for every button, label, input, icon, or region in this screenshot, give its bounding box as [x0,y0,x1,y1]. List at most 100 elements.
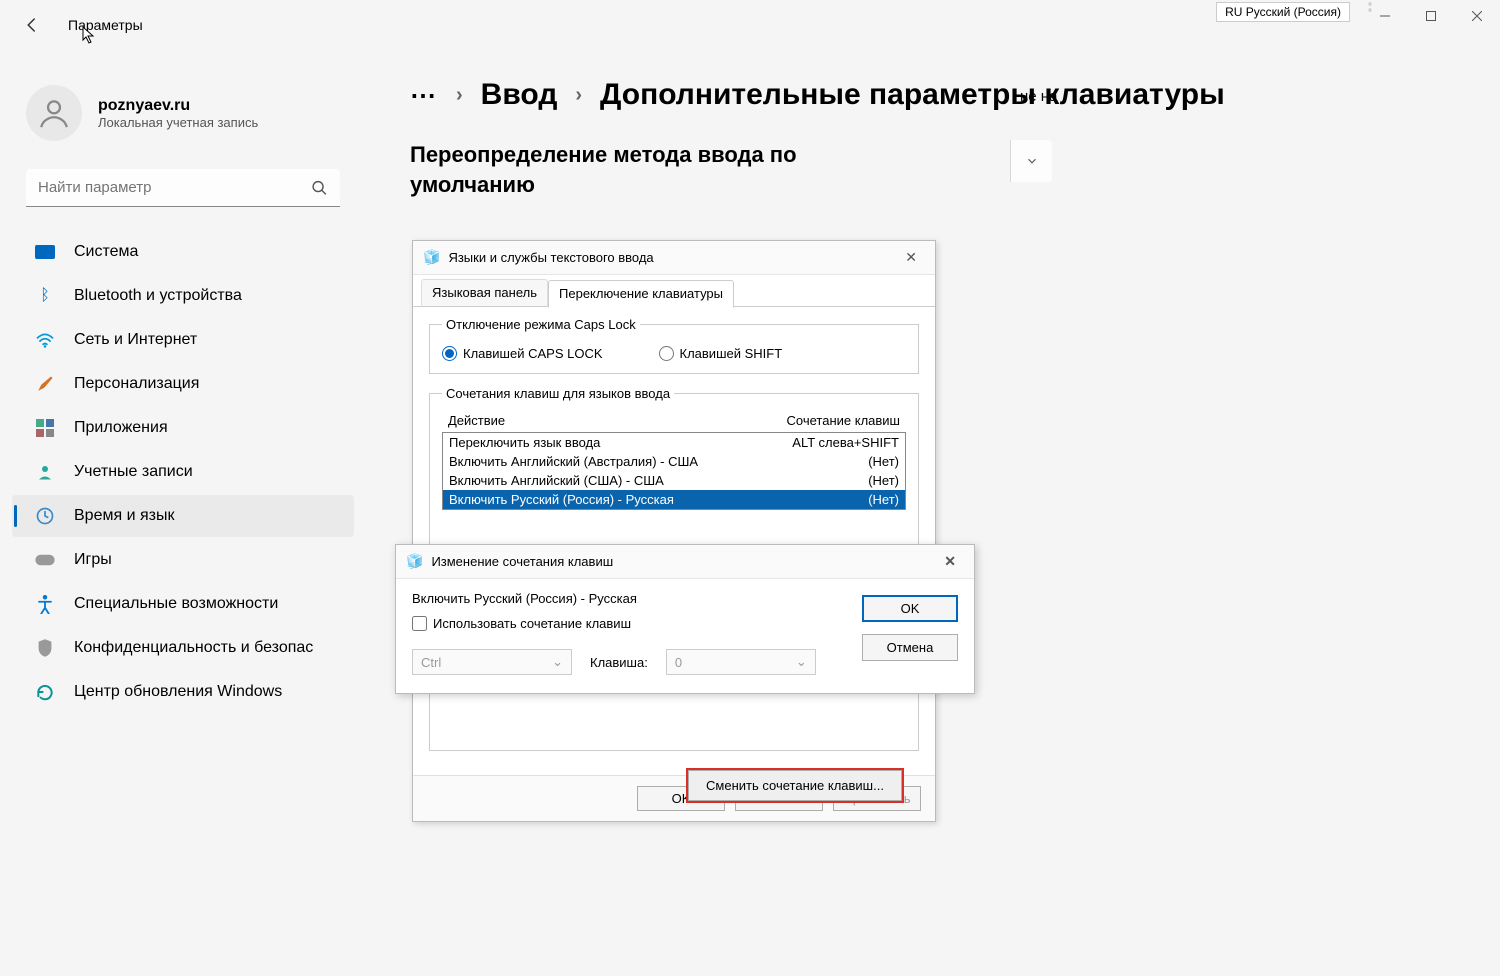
nav-apps[interactable]: Приложения [12,407,354,449]
nav-label: Система [74,243,138,261]
tab-keyboard-switch[interactable]: Переключение клавиатуры [548,280,734,308]
nav-label: Конфиденциальность и безопас [74,639,313,657]
accessibility-icon [34,593,56,615]
chevron-down-icon: ⌄ [796,654,807,670]
breadcrumb: ⋯ › Ввод › Дополнительные параметры клав… [410,78,1480,112]
arrow-left-icon [23,16,41,34]
shield-icon [34,637,56,659]
breadcrumb-current: Дополнительные параметры клавиатуры [600,78,1225,112]
app-title: Параметры [68,17,143,33]
change-sequence-button[interactable]: Сменить сочетание клавиш... [688,770,902,801]
hotkey-row-selected[interactable]: Включить Русский (Россия) - Русская(Нет) [443,490,905,509]
gamepad-icon [34,549,56,571]
titlebar: Параметры RU Русский (Россия) °° [0,0,1500,50]
nav-privacy[interactable]: Конфиденциальность и безопас [12,627,354,669]
nav-label: Учетные записи [74,463,193,481]
checkbox-label: Использовать сочетание клавиш [433,616,631,631]
col-action: Действие [448,413,505,428]
account-icon [34,461,56,483]
dialog2-close-button[interactable]: ✕ [936,551,964,572]
hotkeys-legend: Сочетания клавиш для языков ввода [442,386,674,401]
tab-language-bar[interactable]: Языковая панель [421,279,548,307]
maximize-button[interactable] [1408,0,1454,32]
nav-personalization[interactable]: Персонализация [12,363,354,405]
search-box [26,169,340,207]
dialog2-cancel-button[interactable]: Отмена [862,634,958,661]
dialog2-title: Изменение сочетания клавиш [431,554,613,569]
dialog2-titlebar[interactable]: 🧊 Изменение сочетания клавиш ✕ [396,545,974,579]
dialog1-title: Языки и службы текстового ввода [448,250,653,265]
nav-label: Игры [74,551,112,569]
col-combo: Сочетание клавиш [787,413,900,428]
dialog1-body: Отключение режима Caps Lock Клавишей CAP… [413,307,935,775]
language-indicator[interactable]: RU Русский (Россия) [1216,2,1350,22]
search-input[interactable] [26,169,340,207]
dialog1-tabs: Языковая панель Переключение клавиатуры [413,275,935,307]
nav-accessibility[interactable]: Специальные возможности [12,583,354,625]
key-combo[interactable]: 0⌄ [666,649,816,675]
back-button[interactable] [8,1,56,49]
keyboard-icon: 🧊 [406,553,423,570]
user-name: poznyaev.ru [98,97,258,115]
nav-network[interactable]: Сеть и Интернет [12,319,354,361]
nav-gaming[interactable]: Игры [12,539,354,581]
nav-time-language[interactable]: Время и язык [12,495,354,537]
keyboard-icon: 🧊 [423,249,440,266]
nav-update[interactable]: Центр обновления Windows [12,671,354,713]
update-icon [34,681,56,703]
radio-label: Клавишей SHIFT [680,346,783,361]
wifi-icon [34,329,56,351]
nav-label: Центр обновления Windows [74,683,282,701]
modifier-combo[interactable]: Ctrl⌄ [412,649,572,675]
minimize-button[interactable] [1362,0,1408,32]
radio-capslock[interactable]: Клавишей CAPS LOCK [442,346,603,361]
user-subtitle: Локальная учетная запись [98,115,258,130]
dialog1-close-button[interactable]: ✕ [897,247,925,268]
search-icon [311,180,328,197]
key-label: Клавиша: [590,655,648,670]
section-heading: Переопределение метода ввода по умолчани… [410,140,890,199]
use-sequence-checkbox[interactable] [412,616,427,631]
change-key-sequence-dialog: 🧊 Изменение сочетания клавиш ✕ Включить … [395,544,975,694]
apps-icon [34,417,56,439]
radio-shift-input[interactable] [659,346,674,361]
dialog2-buttons: OK Отмена [862,595,958,661]
system-icon [34,241,56,263]
nav-label: Сеть и Интернет [74,331,197,349]
capslock-fieldset: Отключение режима Caps Lock Клавишей CAP… [429,317,919,374]
bluetooth-icon: ᛒ [34,285,56,307]
radio-label: Клавишей CAPS LOCK [463,346,603,361]
nav-list: Система ᛒ Bluetooth и устройства Сеть и И… [8,231,358,713]
nav-label: Bluetooth и устройства [74,287,242,305]
clock-globe-icon [34,505,56,527]
hotkey-row[interactable]: Включить Английский (США) - США(Нет) [443,471,905,490]
hotkeys-header: Действие Сочетание клавиш [442,411,906,430]
nav-bluetooth[interactable]: ᛒ Bluetooth и устройства [12,275,354,317]
radio-capslock-input[interactable] [442,346,457,361]
chevron-right-icon: › [575,84,582,107]
chevron-right-icon: › [456,84,463,107]
chevron-down-icon: ⌄ [552,654,563,670]
hotkey-row[interactable]: Включить Английский (Австралия) - США(Не… [443,452,905,471]
nav-accounts[interactable]: Учетные записи [12,451,354,493]
sidebar: poznyaev.ru Локальная учетная запись Сис… [8,75,358,715]
breadcrumb-overflow[interactable]: ⋯ [410,80,438,111]
user-block[interactable]: poznyaev.ru Локальная учетная запись [8,75,358,161]
breadcrumb-input[interactable]: Ввод [481,78,558,112]
nav-label: Персонализация [74,375,199,393]
partial-text: не на [1020,88,1057,105]
nav-label: Специальные возможности [74,595,278,613]
dialog2-body: Включить Русский (Россия) - Русская Испо… [396,579,974,693]
person-icon [37,96,71,130]
close-button[interactable] [1454,0,1500,32]
dialog1-titlebar[interactable]: 🧊 Языки и службы текстового ввода ✕ [413,241,935,275]
hotkeys-list[interactable]: Переключить язык вводаALT слева+SHIFT Вк… [442,432,906,510]
brush-icon [34,373,56,395]
capslock-legend: Отключение режима Caps Lock [442,317,640,332]
dropdown-chevron[interactable] [1010,140,1052,182]
radio-shift[interactable]: Клавишей SHIFT [659,346,783,361]
hotkey-row[interactable]: Переключить язык вводаALT слева+SHIFT [443,433,905,452]
nav-system[interactable]: Система [12,231,354,273]
nav-label: Приложения [74,419,168,437]
dialog2-ok-button[interactable]: OK [862,595,958,622]
